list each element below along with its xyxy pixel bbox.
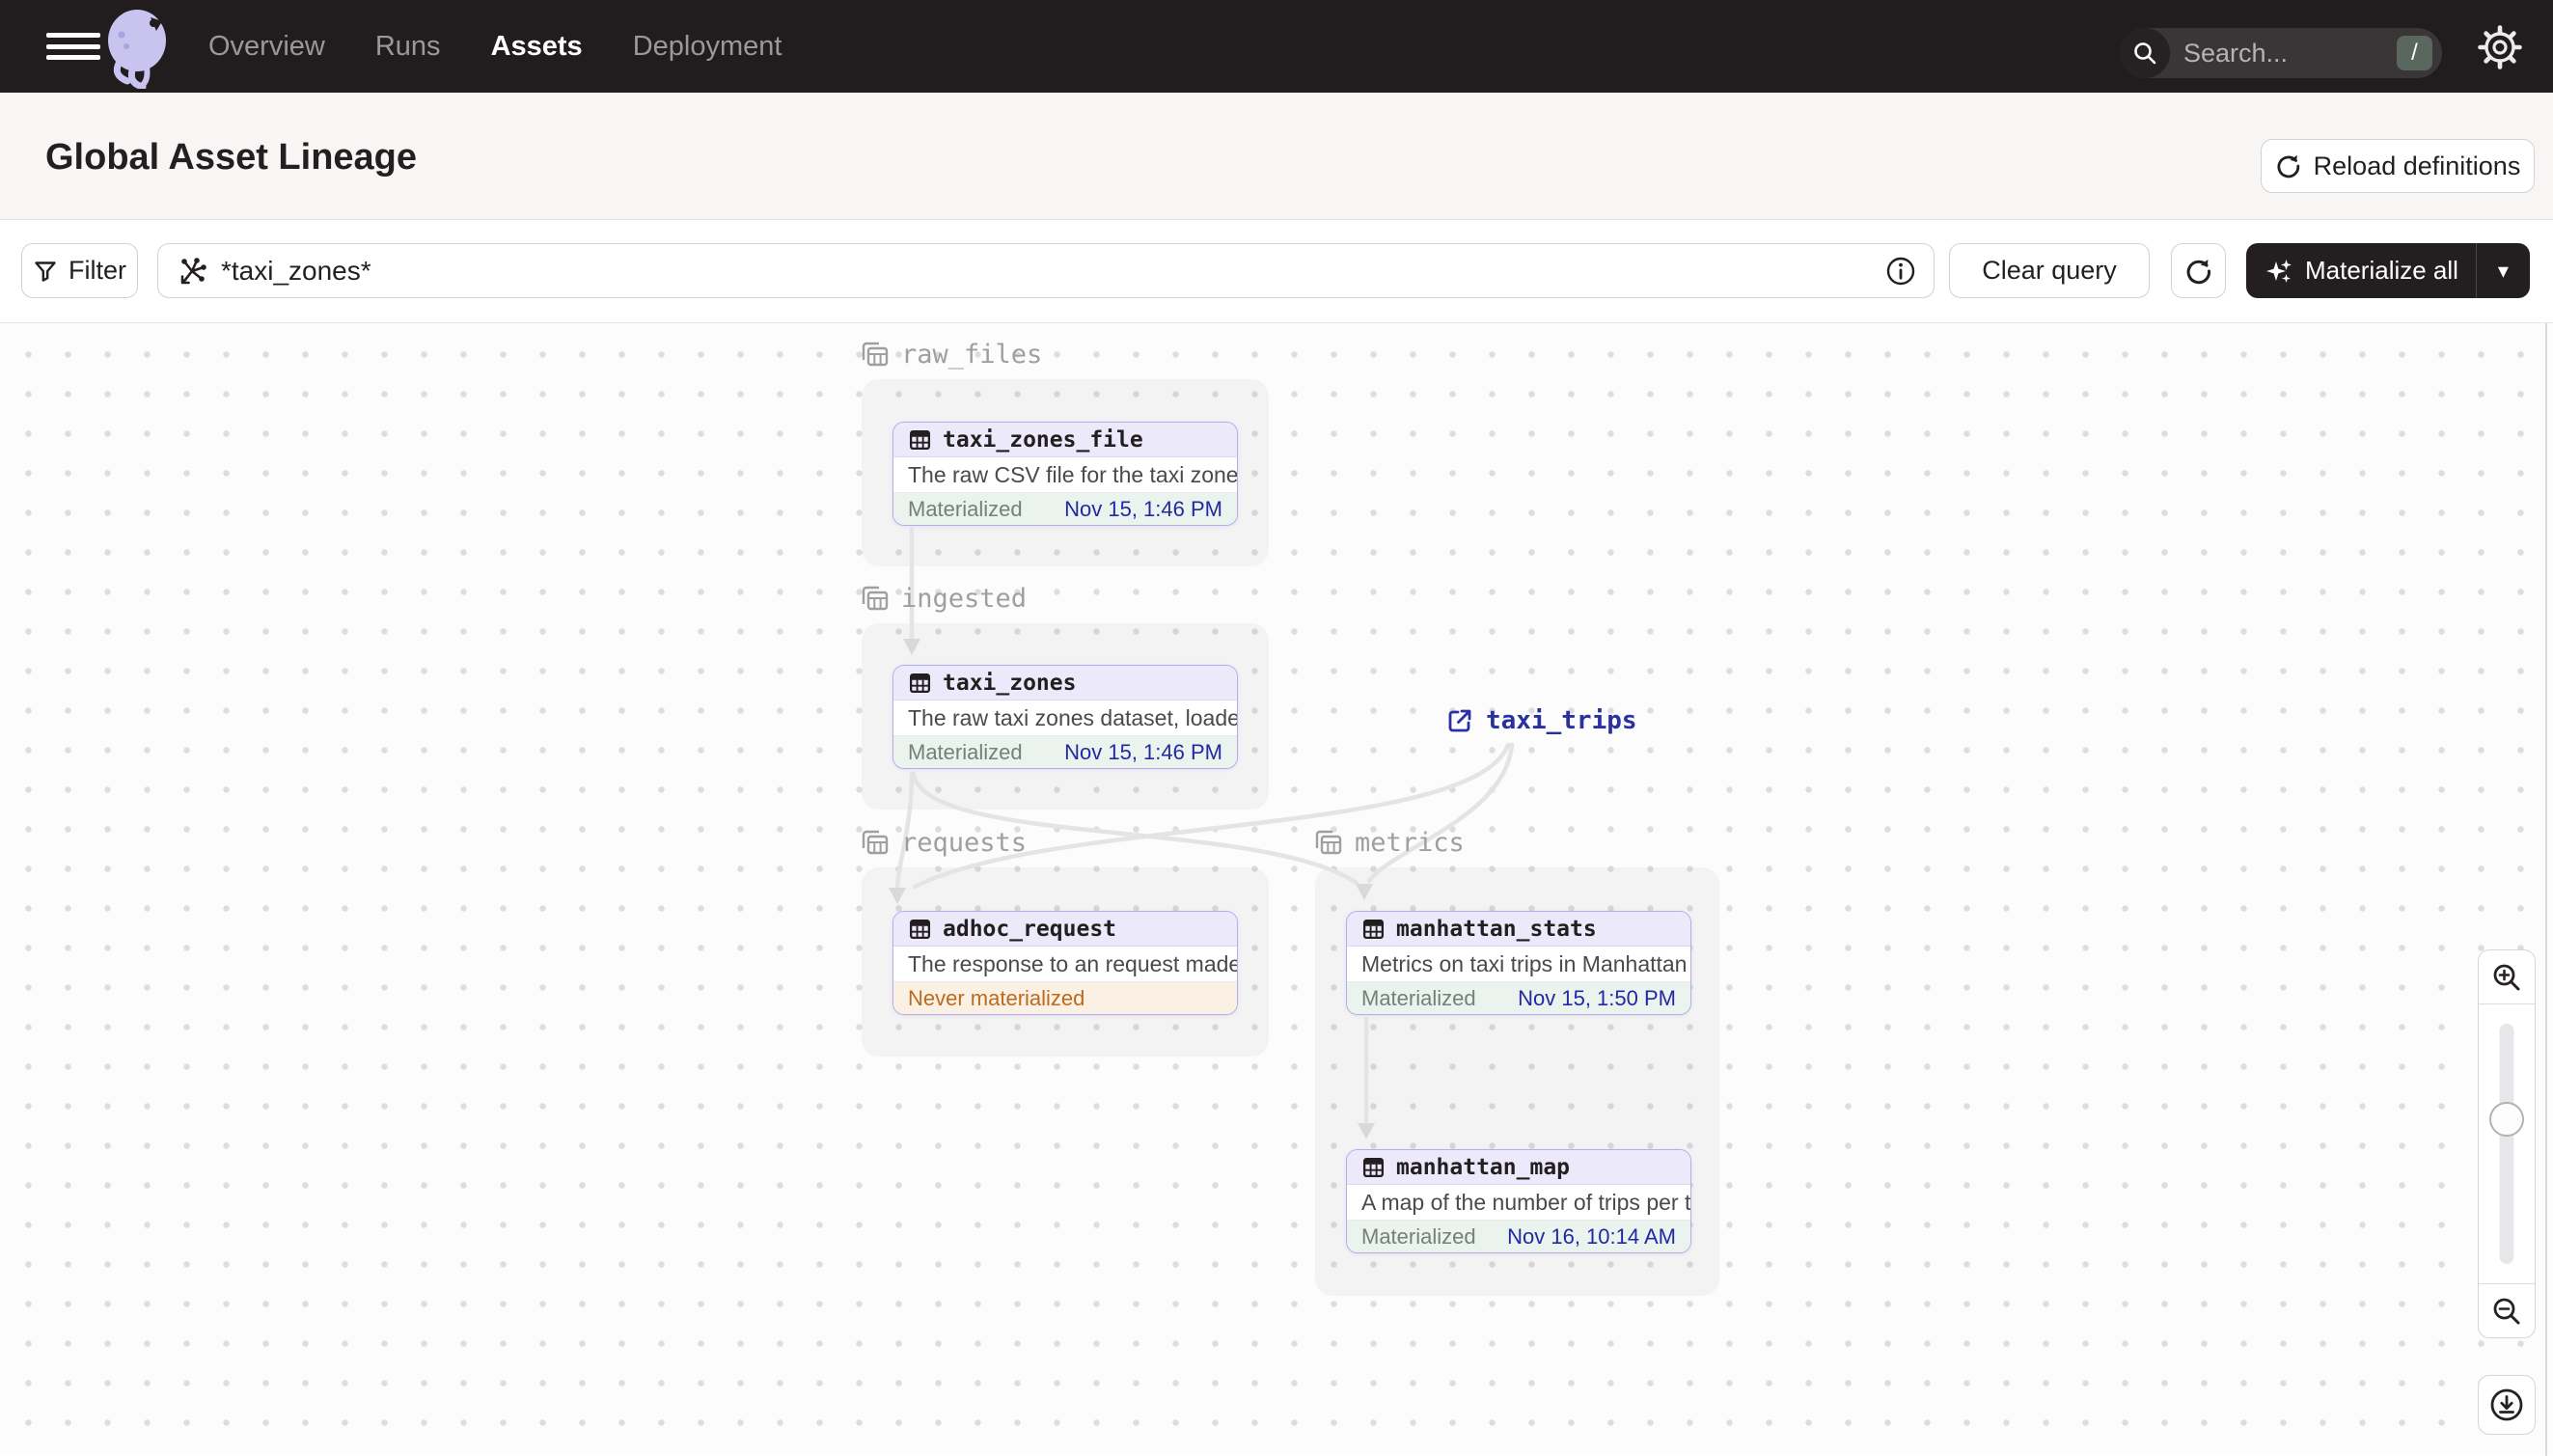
status-label: Never materialized — [908, 985, 1085, 1010]
asset-node-manhattan_map[interactable]: manhattan_map A map of the number of tri… — [1346, 1149, 1691, 1253]
lineage-edges-svg — [889, 527, 1515, 1140]
refresh-graph-button[interactable] — [2171, 243, 2226, 298]
status-label: Materialized — [1361, 985, 1476, 1010]
lineage-toolbar: Filter *taxi_zones* Clear query Material… — [0, 221, 2553, 322]
group-label-requests[interactable]: requests — [860, 827, 1027, 858]
materialize-all-split-button: Materialize all ▾ — [2246, 243, 2530, 298]
group-label-metrics[interactable]: metrics — [1313, 827, 1465, 858]
caret-down-icon: ▾ — [2497, 258, 2509, 283]
status-timestamp: Nov 15, 1:50 PM — [1518, 985, 1676, 1010]
asset-node-manhattan_stats[interactable]: manhattan_stats Metrics on taxi trips in… — [1346, 911, 1691, 1015]
reload-definitions-label: Reload definitions — [2313, 151, 2521, 180]
nav-deployment[interactable]: Deployment — [633, 31, 782, 63]
status-label: Materialized — [908, 739, 1023, 764]
sparkle-icon — [2266, 259, 2292, 283]
zoom-out-icon — [2493, 1298, 2520, 1324]
asset-node-taxi_zones[interactable]: taxi_zones The raw taxi zones dataset, l… — [892, 665, 1238, 769]
edge-taxi_trips-manhattan_stats — [1366, 742, 1515, 884]
asset-name: manhattan_map — [1396, 1154, 1571, 1180]
search-icon — [2120, 28, 2170, 78]
asset-group-icon — [862, 586, 889, 611]
table-icon — [909, 673, 931, 694]
search-placeholder: Search... — [2183, 38, 2289, 68]
asset-node-taxi_zones_file[interactable]: taxi_zones_file The raw CSV file for the… — [892, 422, 1238, 526]
dagster-logo[interactable] — [100, 8, 178, 89]
asset-query-input[interactable]: *taxi_zones* — [157, 243, 1935, 298]
asset-description: The raw taxi zones dataset, loaded int..… — [893, 701, 1237, 736]
status-timestamp: Nov 15, 1:46 PM — [1064, 739, 1222, 764]
page-header: Global Asset Lineage Reload definitions — [0, 93, 2553, 220]
download-graph-button[interactable] — [2478, 1375, 2536, 1435]
asset-status-row: Materialized Nov 15, 1:50 PM — [1347, 982, 1690, 1014]
primary-nav: Overview Runs Assets Deployment — [208, 0, 782, 93]
zoom-slider-thumb[interactable] — [2489, 1102, 2524, 1137]
asset-group-icon — [862, 830, 889, 855]
lineage-query-icon — [180, 257, 206, 284]
status-timestamp: Nov 16, 10:14 AM — [1507, 1223, 1676, 1249]
page-title: Global Asset Lineage — [45, 137, 418, 178]
asset-description: The response to an request made in th... — [893, 947, 1237, 982]
zoom-controls — [2478, 949, 2536, 1338]
external-asset-taxi_trips[interactable]: taxi_trips — [1445, 706, 1637, 735]
search-shortcut-badge: / — [2397, 36, 2432, 70]
zoom-in-icon — [2493, 964, 2520, 990]
nav-runs[interactable]: Runs — [375, 31, 441, 63]
filter-button[interactable]: Filter — [21, 243, 138, 298]
materialize-all-button[interactable]: Materialize all — [2246, 243, 2476, 298]
nav-overview[interactable]: Overview — [208, 31, 325, 63]
group-name: metrics — [1355, 827, 1465, 858]
asset-group-icon — [1315, 830, 1342, 855]
group-label-raw-files[interactable]: raw_files — [860, 339, 1042, 370]
zoom-slider-track[interactable] — [2499, 1024, 2514, 1264]
download-circle-icon — [2490, 1388, 2523, 1421]
canvas-right-edge-divider — [2545, 323, 2547, 1456]
external-link-icon — [1448, 709, 1471, 732]
search-input[interactable]: Search... / — [2120, 28, 2442, 78]
zoom-slider[interactable] — [2479, 1003, 2535, 1284]
zoom-out-button[interactable] — [2479, 1284, 2535, 1337]
asset-status-row: Materialized Nov 15, 1:46 PM — [893, 736, 1237, 768]
clear-query-label: Clear query — [1982, 256, 2117, 285]
status-timestamp: Nov 15, 1:46 PM — [1064, 496, 1222, 521]
asset-status-row: Materialized Nov 16, 10:14 AM — [1347, 1221, 1690, 1252]
asset-status-row: Materialized Nov 15, 1:46 PM — [893, 493, 1237, 525]
asset-status-row: Never materialized — [893, 982, 1237, 1014]
top-nav-bar: Overview Runs Assets Deployment Search..… — [0, 0, 2553, 93]
table-icon — [909, 430, 931, 451]
zoom-in-button[interactable] — [2479, 950, 2535, 1003]
nav-assets[interactable]: Assets — [491, 31, 583, 63]
clear-query-button[interactable]: Clear query — [1949, 243, 2150, 298]
group-name: ingested — [901, 583, 1028, 614]
query-info-icon[interactable] — [1885, 256, 1916, 287]
filter-label: Filter — [69, 256, 126, 285]
materialize-options-caret[interactable]: ▾ — [2475, 243, 2530, 298]
status-label: Materialized — [1361, 1223, 1476, 1249]
asset-group-icon — [862, 342, 889, 367]
asset-description: The raw CSV file for the taxi zones dat.… — [893, 457, 1237, 493]
settings-gear-icon[interactable] — [2478, 25, 2522, 69]
asset-node-adhoc_request[interactable]: adhoc_request The response to an request… — [892, 911, 1238, 1015]
asset-name: taxi_zones — [943, 670, 1077, 696]
table-icon — [909, 920, 931, 940]
asset-description: A map of the number of trips per taxi z.… — [1347, 1185, 1690, 1221]
materialize-all-label: Materialize all — [2305, 256, 2458, 285]
asset-name: adhoc_request — [943, 916, 1117, 942]
group-label-ingested[interactable]: ingested — [860, 583, 1027, 614]
asset-name: taxi_zones_file — [943, 426, 1143, 453]
refresh-icon — [2186, 259, 2210, 284]
asset-description: Metrics on taxi trips in Manhattan — [1347, 947, 1690, 982]
group-name: raw_files — [901, 339, 1043, 370]
menu-icon[interactable] — [46, 33, 100, 60]
lineage-canvas[interactable]: raw_files ingested requests metrics taxi… — [0, 322, 2553, 1456]
status-label: Materialized — [908, 496, 1023, 521]
refresh-icon — [2277, 154, 2299, 179]
external-asset-name: taxi_trips — [1486, 706, 1637, 735]
group-name: requests — [901, 827, 1028, 858]
asset-name: manhattan_stats — [1396, 916, 1597, 942]
reload-definitions-button[interactable]: Reload definitions — [2261, 139, 2535, 193]
asset-query-value: *taxi_zones* — [221, 255, 371, 286]
filter-funnel-icon — [35, 261, 56, 282]
table-icon — [1362, 920, 1385, 940]
table-icon — [1362, 1158, 1385, 1178]
